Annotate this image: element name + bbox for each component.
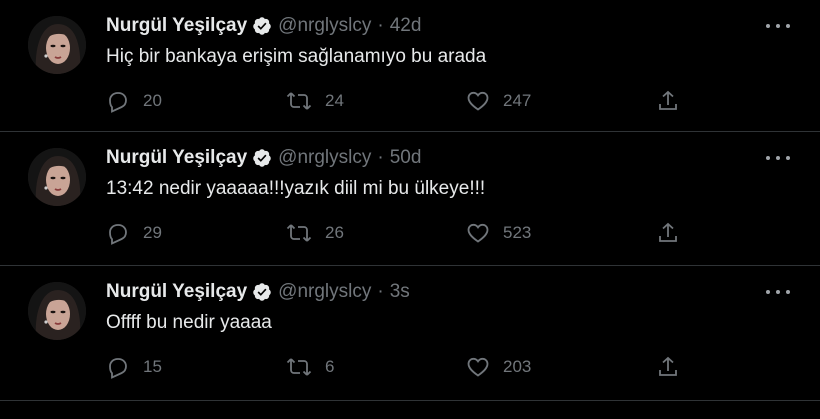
retweet-icon — [286, 355, 312, 379]
avatar-portrait-icon — [28, 282, 86, 340]
retweet-icon — [286, 89, 312, 113]
separator-dot: · — [377, 281, 384, 302]
author-name[interactable]: Nurgül Yeşilçay — [106, 281, 247, 303]
reply-count: 15 — [143, 357, 162, 376]
tweet[interactable]: Nurgül Yeşilçay @nrglyslcy · 50d 13:42 n… — [0, 132, 820, 266]
heart-icon — [466, 89, 490, 113]
reply-icon — [106, 355, 130, 379]
reply-icon — [106, 89, 130, 113]
heart-icon — [466, 355, 490, 379]
more-icon[interactable] — [766, 284, 790, 300]
retweet-button[interactable]: 24 — [286, 86, 344, 116]
share-button[interactable] — [656, 352, 680, 382]
heart-icon — [466, 221, 490, 245]
like-button[interactable]: 203 — [466, 352, 531, 382]
author-name[interactable]: Nurgül Yeşilçay — [106, 147, 247, 169]
tweet-feed: Nurgül Yeşilçay @nrglyslcy · 42d Hiç bir… — [0, 0, 820, 419]
retweet-icon — [286, 221, 312, 245]
tweet[interactable]: Nurgül Yeşilçay @nrglyslcy · 3s Offff bu… — [0, 266, 820, 401]
share-button[interactable] — [656, 86, 680, 116]
like-button[interactable]: 247 — [466, 86, 531, 116]
reply-count: 20 — [143, 91, 162, 110]
tweet[interactable]: Nurgül Yeşilçay @nrglyslcy · 42d Hiç bir… — [0, 0, 820, 132]
avatar[interactable] — [28, 148, 86, 206]
tweet-header: Nurgül Yeşilçay @nrglyslcy · 42d — [106, 12, 421, 40]
reply-button[interactable]: 15 — [106, 352, 162, 382]
like-count: 247 — [503, 91, 532, 110]
tweet-actions: 29 26 523 — [0, 218, 820, 248]
timestamp[interactable]: 3s — [390, 281, 410, 303]
avatar-portrait-icon — [28, 16, 86, 74]
share-button[interactable] — [656, 218, 680, 248]
share-icon — [656, 355, 680, 379]
author-name[interactable]: Nurgül Yeşilçay — [106, 15, 247, 37]
retweet-count: 26 — [325, 223, 344, 242]
tweet-actions: 15 6 203 — [0, 352, 820, 382]
author-handle[interactable]: @nrglyslcy — [278, 147, 371, 169]
like-count: 523 — [503, 223, 532, 242]
reply-button[interactable]: 20 — [106, 86, 162, 116]
share-icon — [656, 221, 680, 245]
timestamp[interactable]: 42d — [390, 15, 422, 37]
retweet-button[interactable]: 6 — [286, 352, 334, 382]
tweet-header: Nurgül Yeşilçay @nrglyslcy · 3s — [106, 278, 410, 306]
author-handle[interactable]: @nrglyslcy — [278, 281, 371, 303]
separator-dot: · — [377, 147, 384, 168]
timestamp[interactable]: 50d — [390, 147, 422, 169]
reply-button[interactable]: 29 — [106, 218, 162, 248]
more-icon[interactable] — [766, 150, 790, 166]
author-handle[interactable]: @nrglyslcy — [278, 15, 371, 37]
more-icon[interactable] — [766, 18, 790, 34]
tweet-actions: 20 24 247 — [0, 86, 820, 116]
verified-badge-icon — [252, 148, 272, 168]
tweet-header: Nurgül Yeşilçay @nrglyslcy · 50d — [106, 144, 421, 172]
separator-dot: · — [377, 15, 384, 36]
tweet-text: 13:42 nedir yaaaaa!!!yazık diil mi bu ül… — [106, 178, 486, 199]
feed-bottom-spacer — [0, 401, 820, 419]
like-count: 203 — [503, 357, 532, 376]
avatar[interactable] — [28, 16, 86, 74]
like-button[interactable]: 523 — [466, 218, 531, 248]
verified-badge-icon — [252, 282, 272, 302]
avatar[interactable] — [28, 282, 86, 340]
share-icon — [656, 89, 680, 113]
tweet-text: Hiç bir bankaya erişim sağlanamıyo bu ar… — [106, 46, 487, 67]
tweet-text: Offff bu nedir yaaaa — [106, 312, 272, 333]
reply-count: 29 — [143, 223, 162, 242]
retweet-count: 6 — [325, 357, 335, 376]
reply-icon — [106, 221, 130, 245]
avatar-portrait-icon — [28, 148, 86, 206]
retweet-count: 24 — [325, 91, 344, 110]
retweet-button[interactable]: 26 — [286, 218, 344, 248]
verified-badge-icon — [252, 16, 272, 36]
